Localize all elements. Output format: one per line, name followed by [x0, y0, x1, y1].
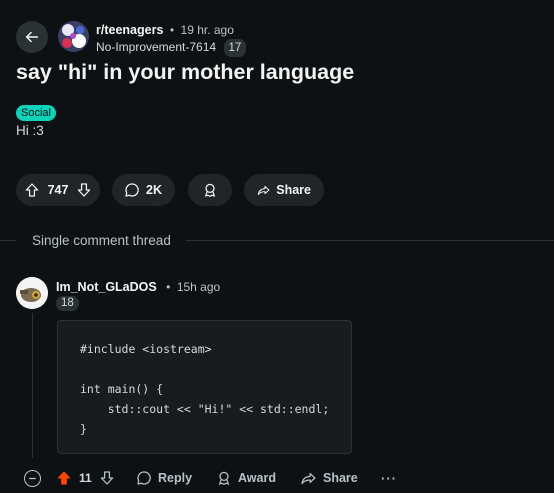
comment-share-label: Share — [323, 471, 358, 485]
single-thread-label[interactable]: Single comment thread — [32, 233, 171, 248]
subreddit-avatar-image — [58, 21, 89, 52]
commenter-name[interactable]: Im_Not_GLaDOS — [56, 280, 157, 294]
reply-icon — [137, 471, 151, 485]
code-line: std::cout << "Hi!" << std::endl; — [80, 402, 330, 416]
share-label: Share — [276, 183, 311, 197]
award-button[interactable] — [188, 174, 232, 206]
award-label: Award — [238, 471, 276, 485]
more-options-button[interactable]: ··· — [381, 471, 397, 486]
comment-downvote-button[interactable] — [99, 470, 115, 486]
commenter-flair-badge: 18 — [56, 296, 79, 311]
post-author[interactable]: No-Improvement-7614 — [96, 40, 216, 54]
award-icon — [219, 471, 229, 485]
comment-award-button[interactable]: Award — [216, 470, 276, 486]
comment-share-button[interactable]: Share — [300, 470, 358, 486]
post-flair[interactable]: Social — [16, 105, 56, 121]
code-line: int main() { — [80, 382, 164, 396]
arrow-left-icon — [25, 31, 39, 43]
comment-count: 2K — [146, 183, 162, 197]
collapse-thread-button[interactable] — [24, 470, 41, 487]
post-time: 19 hr. ago — [180, 23, 234, 37]
downvote-button[interactable] — [76, 182, 92, 198]
reply-label: Reply — [158, 471, 193, 485]
reply-button[interactable]: Reply — [136, 470, 192, 486]
subreddit-name[interactable]: r/teenagers — [96, 23, 163, 37]
comment-time: 15h ago — [176, 280, 221, 294]
share-button[interactable]: Share — [244, 174, 324, 206]
comment-vote-bar: 11 — [56, 470, 115, 486]
code-line: } — [80, 422, 87, 436]
comment-meta-separator: • — [166, 280, 171, 294]
upvote-icon — [25, 183, 39, 197]
downvote-icon — [100, 471, 113, 485]
minus-icon — [29, 477, 36, 480]
meta-separator: • — [169, 23, 175, 37]
share-icon — [257, 185, 270, 196]
back-button[interactable] — [16, 21, 48, 53]
author-flair-badge: 17 — [223, 39, 247, 57]
share-icon — [301, 473, 316, 485]
award-icon — [205, 183, 215, 197]
comment-thread-line — [32, 313, 33, 458]
downvote-icon — [77, 183, 91, 197]
vote-count: 747 — [47, 183, 69, 197]
commenter-avatar-image — [16, 277, 48, 309]
post-body: Hi :3 — [16, 123, 44, 138]
comment-upvote-button[interactable] — [56, 470, 72, 486]
comment-vote-count: 11 — [79, 471, 92, 485]
more-options-icon: ··· — [381, 471, 397, 486]
upvote-filled-icon — [57, 471, 71, 485]
comments-button[interactable]: 2K — [112, 174, 175, 206]
vote-bar: 747 — [16, 174, 100, 206]
subreddit-avatar[interactable] — [58, 21, 89, 52]
post-title: say "hi" in your mother language — [16, 60, 355, 84]
comment-icon — [125, 183, 139, 197]
upvote-button[interactable] — [24, 182, 40, 198]
comment-code-block: #include <iostream> int main() { std::co… — [57, 320, 352, 454]
commenter-avatar[interactable] — [16, 277, 48, 309]
code-line: #include <iostream> — [80, 342, 212, 356]
